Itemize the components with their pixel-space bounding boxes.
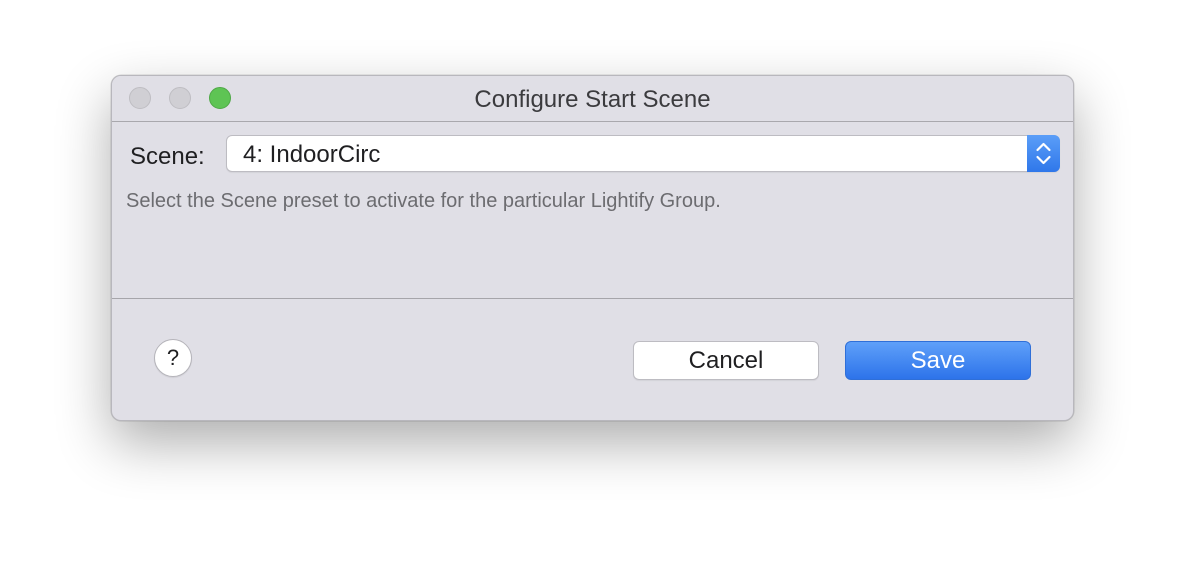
chevron-up-down-icon[interactable]	[1027, 135, 1060, 172]
title-bar: Configure Start Scene	[112, 76, 1073, 122]
footer-divider	[112, 298, 1073, 299]
scene-label: Scene:	[130, 143, 205, 170]
cancel-button[interactable]: Cancel	[633, 341, 819, 380]
scene-select[interactable]: 4: IndoorCirc	[226, 135, 1060, 172]
scene-description: Select the Scene preset to activate for …	[126, 190, 721, 212]
window-title: Configure Start Scene	[474, 86, 711, 113]
scene-select-value: 4: IndoorCirc	[243, 141, 381, 168]
help-button[interactable]: ?	[154, 339, 192, 377]
save-button[interactable]: Save	[845, 341, 1031, 380]
dialog-window: Configure Start Scene Scene: 4: IndoorCi…	[111, 75, 1074, 421]
